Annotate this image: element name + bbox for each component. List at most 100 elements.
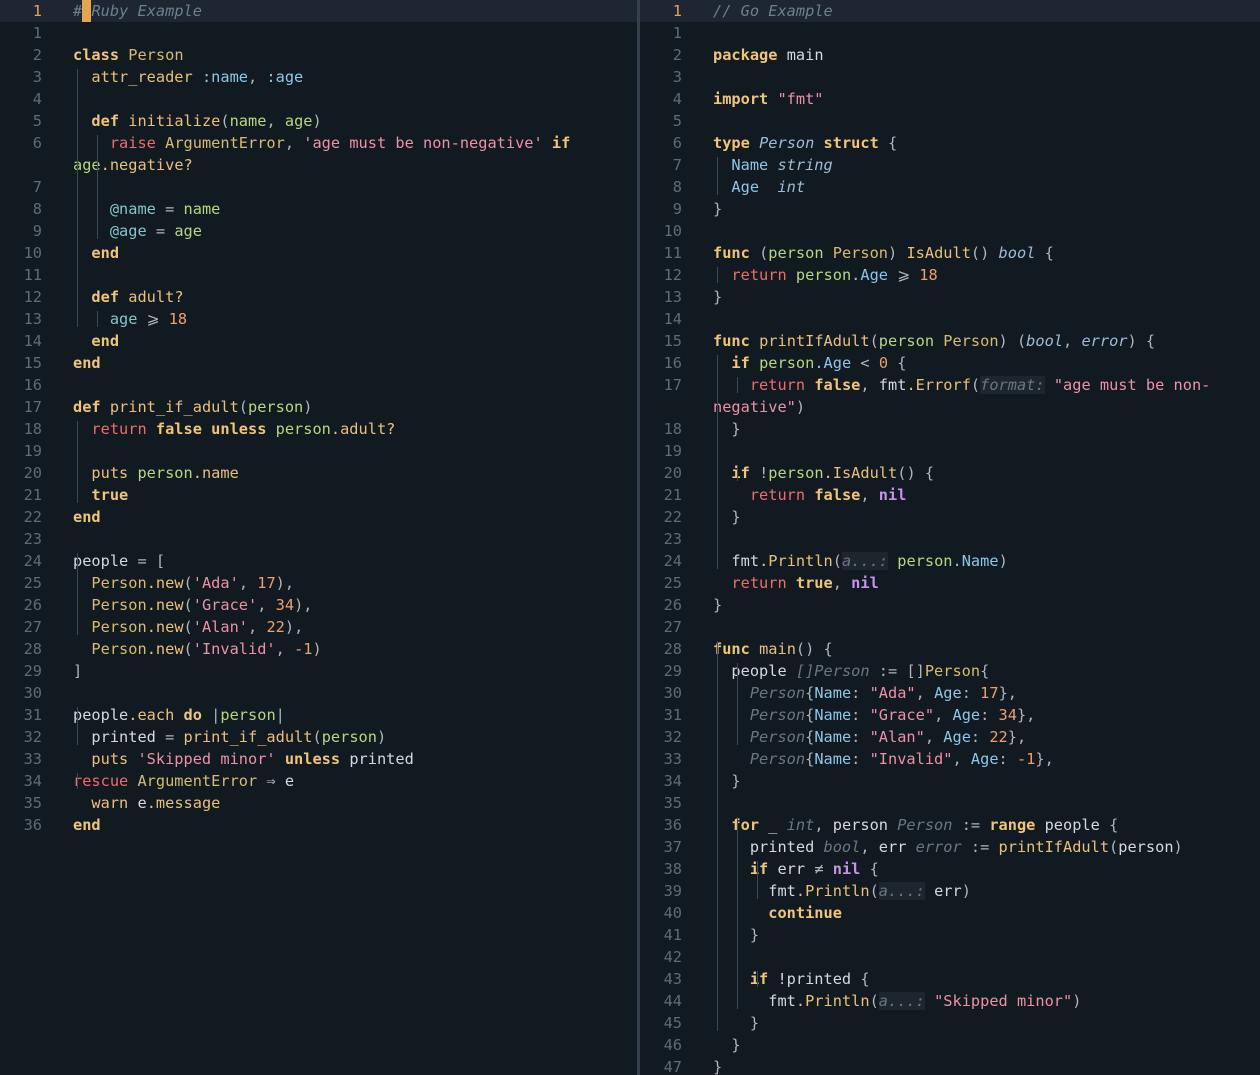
code-text[interactable]: age ⩾ 18 — [73, 308, 187, 330]
code-text[interactable]: puts 'Skipped minor' unless printed — [73, 748, 413, 770]
code-text[interactable]: func main() { — [713, 638, 833, 660]
code-text[interactable]: end — [73, 506, 101, 528]
code-line[interactable]: 5 def initialize(name, age) — [0, 110, 637, 132]
code-line[interactable]: 36 for _ int, person Person := range peo… — [640, 814, 1260, 836]
code-line[interactable]: 17 def print_if_adult(person) — [0, 396, 637, 418]
code-line[interactable]: 24 fmt.Println(a...: person.Name) — [640, 550, 1260, 572]
code-text[interactable]: for _ int, person Person := range people… — [713, 814, 1118, 836]
code-line[interactable]: 32 printed = print_if_adult(person) — [0, 726, 637, 748]
code-line[interactable]: 4 — [0, 88, 637, 110]
code-line[interactable]: 6 raise ArgumentError, 'age must be non-… — [0, 132, 637, 154]
code-line[interactable]: 40 continue — [640, 902, 1260, 924]
code-line[interactable]: 8 Age int — [640, 176, 1260, 198]
code-line[interactable]: 25 Person.new('Ada', 17), — [0, 572, 637, 594]
code-line[interactable]: 29] — [0, 660, 637, 682]
code-text[interactable]: continue — [713, 902, 842, 924]
code-text[interactable]: fmt.Println(a...: person.Name) — [713, 550, 1008, 572]
code-line[interactable]: 8 @name = name — [0, 198, 637, 220]
code-line[interactable]: 43 if !printed { — [640, 968, 1260, 990]
code-text[interactable]: return person.Age ⩾ 18 — [713, 264, 937, 286]
code-line[interactable]: negative") — [640, 396, 1260, 418]
code-line[interactable]: 2 package main — [640, 44, 1260, 66]
code-line[interactable]: 45 } — [640, 1012, 1260, 1034]
code-line[interactable]: 1 # Ruby Example — [0, 0, 637, 22]
code-line[interactable]: 16 if person.Age < 0 { — [640, 352, 1260, 374]
code-line[interactable]: 27 Person.new('Alan', 22), — [0, 616, 637, 638]
code-line[interactable]: 27 — [640, 616, 1260, 638]
code-line[interactable]: 9 @age = age — [0, 220, 637, 242]
code-text[interactable]: Person.new('Ada', 17), — [73, 572, 294, 594]
code-line[interactable]: 18 return false unless person.adult? — [0, 418, 637, 440]
code-line[interactable]: 38 if err ≠ nil { — [640, 858, 1260, 880]
code-line[interactable]: 31 Person{Name: "Grace", Age: 34}, — [640, 704, 1260, 726]
code-text[interactable]: package main — [713, 44, 824, 66]
code-line[interactable]: 25 return true, nil — [640, 572, 1260, 594]
code-line[interactable]: 12 return person.Age ⩾ 18 — [640, 264, 1260, 286]
code-line[interactable]: 7 Name string — [640, 154, 1260, 176]
code-line[interactable]: 41 } — [640, 924, 1260, 946]
code-line[interactable]: 17 return false, fmt.Errorf(format: "age… — [640, 374, 1260, 396]
code-text[interactable]: end — [73, 814, 101, 836]
code-text[interactable]: end — [73, 330, 119, 352]
code-line[interactable]: 30 — [0, 682, 637, 704]
code-line[interactable]: 36 end — [0, 814, 637, 836]
code-text[interactable]: } — [713, 198, 722, 220]
code-line[interactable]: 18 } — [640, 418, 1260, 440]
code-line[interactable]: 35 — [640, 792, 1260, 814]
code-text[interactable]: raise ArgumentError, 'age must be non-ne… — [73, 132, 571, 154]
code-text[interactable]: import "fmt" — [713, 88, 824, 110]
code-text[interactable]: } — [713, 594, 722, 616]
code-line[interactable]: 44 fmt.Println(a...: "Skipped minor") — [640, 990, 1260, 1012]
code-text[interactable]: end — [73, 242, 119, 264]
code-line[interactable]: 20 if !person.IsAdult() { — [640, 462, 1260, 484]
code-text[interactable]: } — [713, 1034, 740, 1056]
code-line[interactable]: 13 age ⩾ 18 — [0, 308, 637, 330]
code-line[interactable]: 46 } — [640, 1034, 1260, 1056]
code-text[interactable]: if person.Age < 0 { — [713, 352, 906, 374]
code-line[interactable]: 22 end — [0, 506, 637, 528]
code-line[interactable]: 14 end — [0, 330, 637, 352]
code-text[interactable]: true — [73, 484, 128, 506]
code-text[interactable]: // Go Example — [713, 0, 833, 22]
code-text[interactable]: @name = name — [73, 198, 221, 220]
code-text[interactable]: def adult? — [73, 286, 183, 308]
code-text[interactable]: func printIfAdult(person Person) (bool, … — [713, 330, 1155, 352]
code-line[interactable]: 26 Person.new('Grace', 34), — [0, 594, 637, 616]
code-line[interactable]: 14 — [640, 308, 1260, 330]
code-text[interactable]: Person{Name: "Alan", Age: 22}, — [713, 726, 1026, 748]
code-text[interactable]: attr_reader :name, :age — [73, 66, 303, 88]
code-line[interactable]: 4 import "fmt" — [640, 88, 1260, 110]
code-text[interactable]: printed = print_if_adult(person) — [73, 726, 386, 748]
code-line[interactable]: 10 — [640, 220, 1260, 242]
code-line[interactable]: 21 true — [0, 484, 637, 506]
code-text[interactable]: people []Person := []Person{ — [713, 660, 989, 682]
code-line[interactable]: 16 — [0, 374, 637, 396]
code-line[interactable]: 35 warn e.message — [0, 792, 637, 814]
code-text[interactable]: Person{Name: "Ada", Age: 17}, — [713, 682, 1017, 704]
code-text[interactable]: type Person struct { — [713, 132, 897, 154]
code-line[interactable]: 3 attr_reader :name, :age — [0, 66, 637, 88]
code-line[interactable]: 37 printed bool, err error := printIfAdu… — [640, 836, 1260, 858]
editor-pane-ruby[interactable]: 1 # Ruby Example 1 2 class Person 3 attr_read… — [0, 0, 637, 1075]
code-text[interactable]: people.each do |person| — [73, 704, 285, 726]
code-line[interactable]: 26} — [640, 594, 1260, 616]
code-text[interactable]: } — [713, 286, 722, 308]
code-line[interactable]: 10 end — [0, 242, 637, 264]
code-text[interactable]: Name string — [713, 154, 832, 176]
code-line[interactable]: 3 — [640, 66, 1260, 88]
code-text[interactable]: return false unless person.adult? — [73, 418, 395, 440]
code-line[interactable]: 2 class Person — [0, 44, 637, 66]
code-text[interactable]: Person{Name: "Invalid", Age: -1}, — [713, 748, 1054, 770]
code-text[interactable]: negative") — [713, 396, 805, 418]
code-line[interactable]: 30 Person{Name: "Ada", Age: 17}, — [640, 682, 1260, 704]
code-text[interactable]: def print_if_adult(person) — [73, 396, 312, 418]
code-line[interactable]: 21 return false, nil — [640, 484, 1260, 506]
code-text[interactable]: } — [713, 1012, 759, 1034]
code-text[interactable]: # Ruby Example — [73, 0, 202, 22]
code-text[interactable]: Person.new('Alan', 22), — [73, 616, 303, 638]
code-text[interactable]: rescue ArgumentError ⇒ e — [73, 770, 294, 792]
code-text[interactable]: Person.new('Invalid', -1) — [73, 638, 321, 660]
code-text[interactable]: fmt.Println(a...: err) — [713, 880, 971, 902]
code-text[interactable]: } — [713, 1056, 722, 1075]
code-line[interactable]: 34 rescue ArgumentError ⇒ e — [0, 770, 637, 792]
